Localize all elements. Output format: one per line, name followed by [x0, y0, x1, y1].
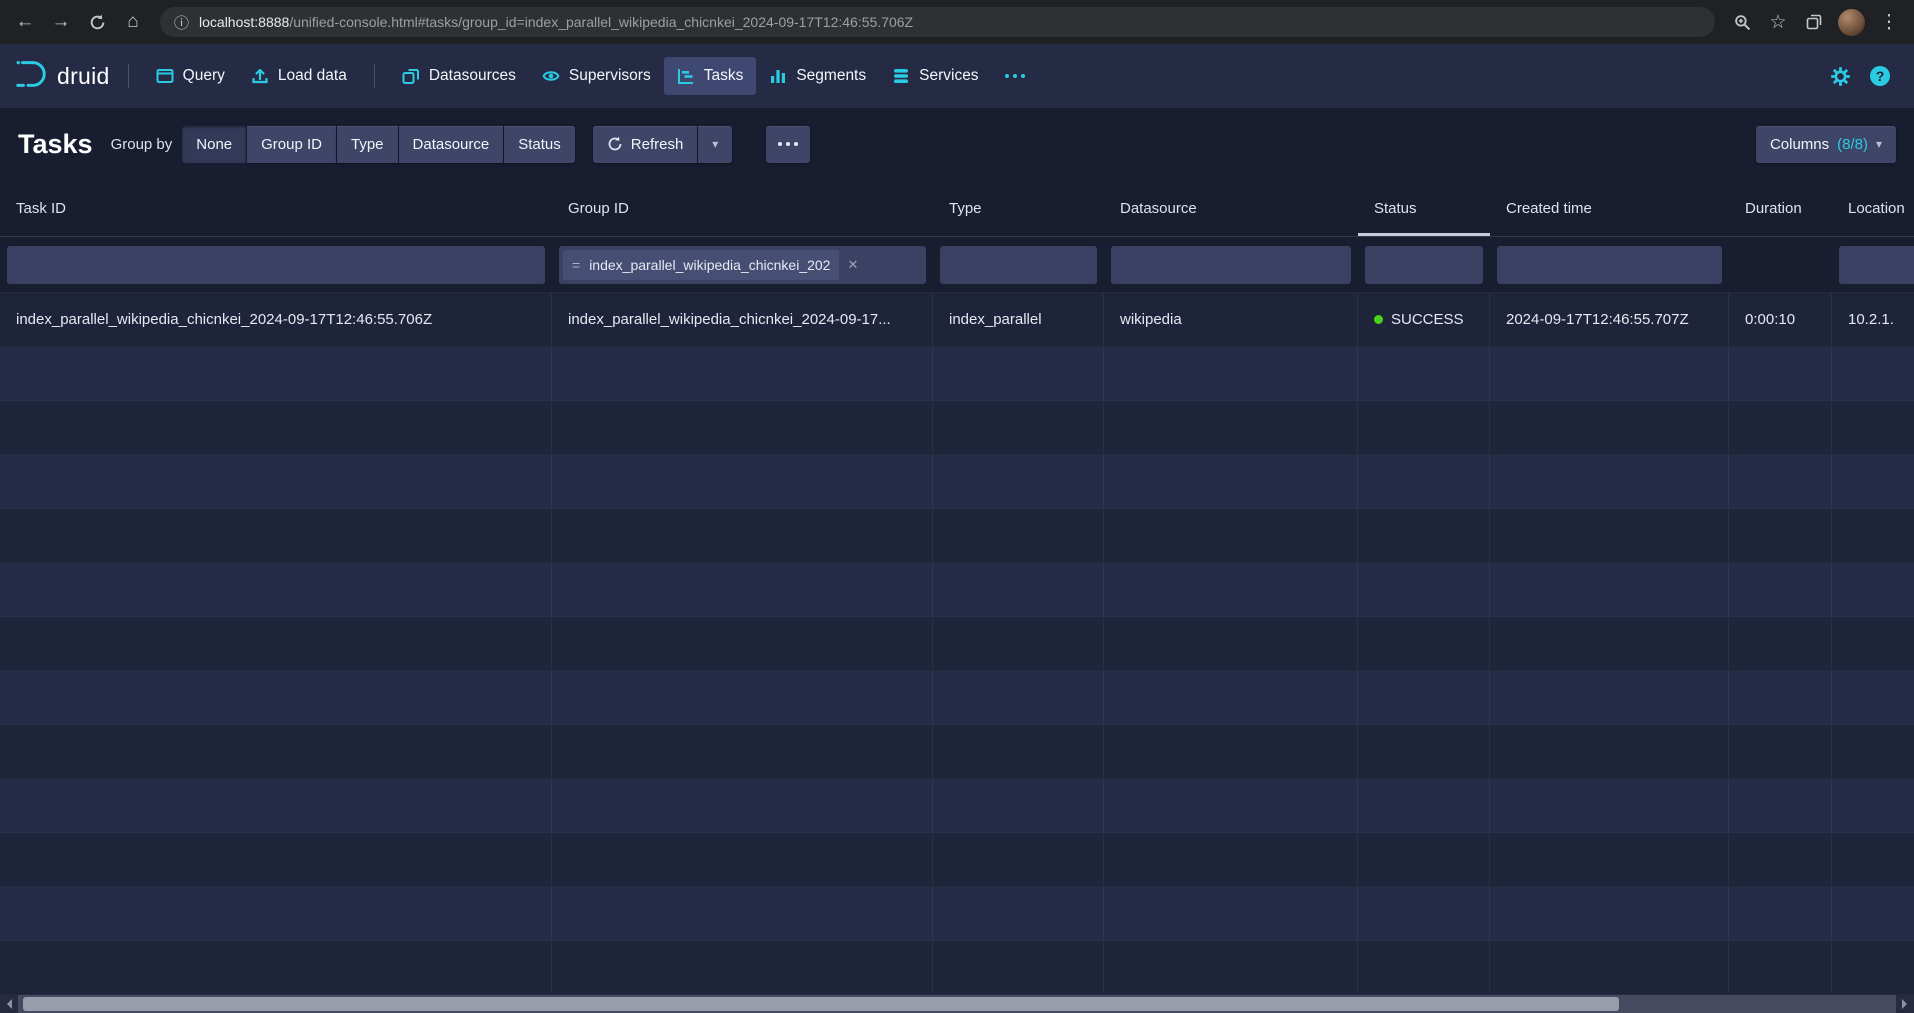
druid-logo-icon[interactable]	[14, 57, 48, 96]
table-row-empty	[0, 347, 1914, 401]
filter-task-id-input[interactable]	[7, 246, 545, 284]
group-by-buttons: None Group ID Type Datasource Status	[182, 126, 575, 163]
nav-datasources[interactable]: Datasources	[389, 57, 529, 95]
tasks-toolbar: Tasks Group by None Group ID Type Dataso…	[0, 108, 1914, 180]
filter-created-time-input[interactable]	[1497, 246, 1722, 284]
filter-chip[interactable]: = index_parallel_wikipedia_chicnkei_202	[563, 250, 839, 280]
columns-button[interactable]: Columns (8/8) ▾	[1756, 126, 1896, 163]
more-actions-button[interactable]	[766, 126, 810, 163]
columns-count: (8/8)	[1837, 136, 1868, 153]
refresh-split-button: Refresh ▾	[593, 126, 733, 163]
col-header-type[interactable]: Type	[933, 180, 1104, 236]
back-icon[interactable]: ←	[8, 5, 42, 39]
col-header-duration[interactable]: Duration	[1729, 180, 1832, 236]
forward-icon[interactable]: →	[44, 5, 78, 39]
scrollbar-track[interactable]	[18, 995, 1896, 1013]
cell-datasource[interactable]: wikipedia	[1104, 293, 1358, 346]
cell-location[interactable]: 10.2.1.	[1832, 293, 1914, 346]
table-row-empty	[0, 941, 1914, 995]
site-info-icon[interactable]: ⓘ	[174, 12, 189, 33]
status-badge: SUCCESS	[1391, 311, 1464, 328]
group-by-type-button[interactable]: Type	[337, 126, 398, 163]
divider	[128, 64, 129, 88]
divider	[374, 64, 375, 88]
nav-query[interactable]: Query	[143, 57, 238, 95]
table-row-empty	[0, 401, 1914, 455]
nav-supervisors[interactable]: Supervisors	[529, 57, 664, 95]
table-filter-row: = index_parallel_wikipedia_chicnkei_202 …	[0, 237, 1914, 293]
nav-load-data[interactable]: Load data	[238, 57, 360, 95]
cell-created-time[interactable]: 2024-09-17T12:46:55.707Z	[1490, 293, 1729, 346]
col-header-task-id[interactable]: Task ID	[0, 180, 552, 236]
browser-menu-icon[interactable]: ⋮	[1872, 5, 1906, 39]
remove-filter-icon[interactable]: ✕	[847, 257, 858, 273]
scroll-left-arrow[interactable]	[0, 995, 18, 1013]
avatar[interactable]	[1838, 9, 1865, 36]
table-body: index_parallel_wikipedia_chicnkei_2024-0…	[0, 293, 1914, 995]
group-by-status-button[interactable]: Status	[504, 126, 575, 163]
chevron-down-icon: ▾	[712, 137, 718, 151]
col-header-datasource[interactable]: Datasource	[1104, 180, 1358, 236]
refresh-button[interactable]: Refresh	[593, 126, 698, 163]
task-row[interactable]: index_parallel_wikipedia_chicnkei_2024-0…	[0, 293, 1914, 347]
nav-segments[interactable]: Segments	[756, 57, 879, 95]
filter-type-input[interactable]	[940, 246, 1097, 284]
nav-tasks[interactable]: Tasks	[664, 57, 757, 95]
table-row-empty	[0, 779, 1914, 833]
table-row-empty	[0, 833, 1914, 887]
col-header-created-time[interactable]: Created time	[1490, 180, 1729, 236]
table-header-row: Task ID Group ID Type Datasource Status …	[0, 180, 1914, 237]
address-bar[interactable]: ⓘ localhost:8888/unified-console.html#ta…	[160, 7, 1715, 37]
filter-location-input[interactable]	[1839, 246, 1914, 284]
app-header: druid Query Load data Datasources Superv…	[0, 44, 1914, 108]
nav-more-icon[interactable]	[992, 57, 1038, 95]
cell-status[interactable]: SUCCESS	[1358, 293, 1490, 346]
ellipsis-icon	[778, 142, 798, 146]
brand-name: druid	[57, 63, 110, 90]
table-row-empty	[0, 671, 1914, 725]
url-text: localhost:8888/unified-console.html#task…	[199, 14, 913, 30]
browser-toolbar: ← → ⌂ ⓘ localhost:8888/unified-console.h…	[0, 0, 1914, 44]
bookmark-star-icon[interactable]: ☆	[1761, 5, 1795, 39]
horizontal-scrollbar	[0, 995, 1914, 1013]
group-by-datasource-button[interactable]: Datasource	[399, 126, 504, 163]
col-header-status[interactable]: Status	[1358, 180, 1490, 236]
scroll-right-arrow[interactable]	[1896, 995, 1914, 1013]
table-row-empty	[0, 617, 1914, 671]
equals-icon: =	[572, 257, 580, 273]
refresh-icon	[607, 136, 623, 152]
table-row-empty	[0, 509, 1914, 563]
nav-services[interactable]: Services	[879, 57, 991, 95]
reload-icon[interactable]	[80, 5, 114, 39]
cell-duration[interactable]: 0:00:10	[1729, 293, 1832, 346]
group-by-none-button[interactable]: None	[182, 126, 246, 163]
table-row-empty	[0, 563, 1914, 617]
group-by-group-id-button[interactable]: Group ID	[247, 126, 336, 163]
tasks-table: Task ID Group ID Type Datasource Status …	[0, 180, 1914, 995]
refresh-dropdown-button[interactable]: ▾	[698, 126, 732, 163]
col-header-location[interactable]: Location	[1832, 180, 1914, 236]
cell-task-id[interactable]: index_parallel_wikipedia_chicnkei_2024-0…	[0, 293, 552, 346]
cell-type[interactable]: index_parallel	[933, 293, 1104, 346]
cell-group-id[interactable]: index_parallel_wikipedia_chicnkei_2024-0…	[552, 293, 933, 346]
scrollbar-thumb[interactable]	[23, 997, 1619, 1011]
filter-group-id-input[interactable]: = index_parallel_wikipedia_chicnkei_202 …	[559, 246, 926, 284]
group-by-label: Group by	[111, 136, 173, 153]
tabs-icon[interactable]	[1797, 5, 1831, 39]
status-success-dot	[1374, 315, 1383, 324]
page-title: Tasks	[18, 129, 93, 160]
chevron-down-icon: ▾	[1876, 137, 1882, 151]
filter-chip-text: index_parallel_wikipedia_chicnkei_202	[589, 257, 830, 273]
table-row-empty	[0, 725, 1914, 779]
settings-gear-icon[interactable]	[1820, 57, 1860, 95]
filter-status-input[interactable]	[1365, 246, 1483, 284]
filter-datasource-input[interactable]	[1111, 246, 1351, 284]
col-header-group-id[interactable]: Group ID	[552, 180, 933, 236]
help-icon[interactable]: ?	[1860, 57, 1900, 95]
ellipsis-icon	[1005, 74, 1025, 78]
home-icon[interactable]: ⌂	[116, 5, 150, 39]
table-row-empty	[0, 455, 1914, 509]
table-row-empty	[0, 887, 1914, 941]
zoom-icon[interactable]	[1725, 5, 1759, 39]
